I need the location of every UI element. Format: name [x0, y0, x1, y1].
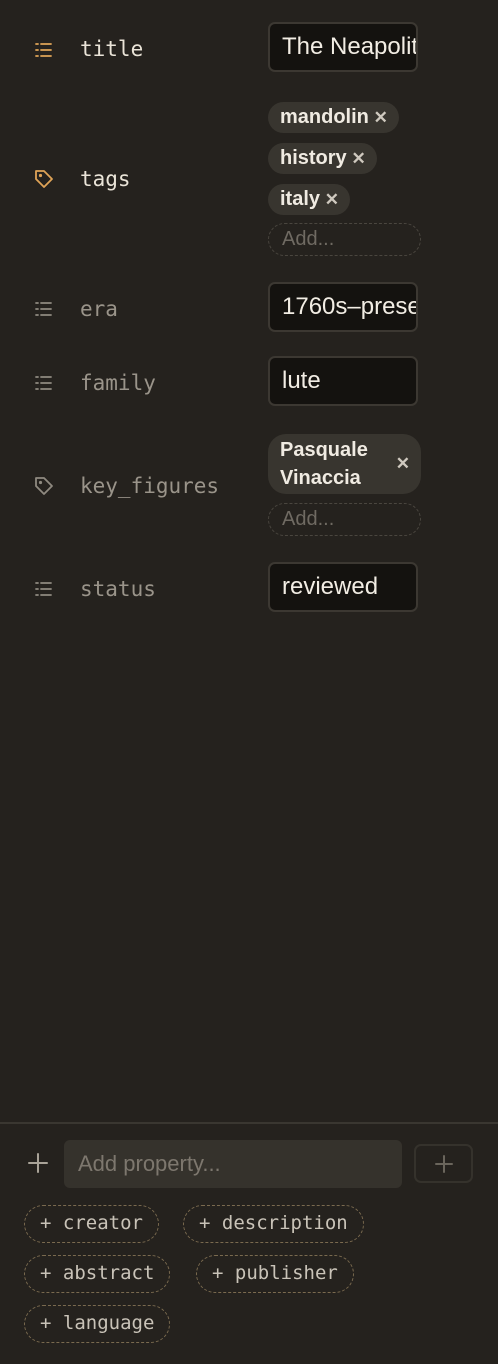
tag-icon — [34, 476, 54, 496]
list-icon — [34, 40, 54, 60]
title-value-field[interactable]: The Neapolitan Mandolin — [268, 22, 418, 72]
list-icon — [34, 373, 54, 393]
add-property-button[interactable] — [414, 1144, 473, 1183]
property-name-status[interactable]: status — [80, 577, 156, 601]
property-name-title[interactable]: title — [80, 37, 143, 61]
remove-tag-icon[interactable]: ✕ — [396, 450, 410, 478]
tag-chip[interactable]: mandolin ✕ — [268, 102, 399, 133]
tag-chip[interactable]: italy ✕ — [268, 184, 351, 215]
tag-icon — [34, 169, 54, 189]
tag-label: mandolin — [280, 106, 369, 128]
add-tag-input[interactable]: Add... — [268, 503, 421, 536]
property-name-key-figures[interactable]: key_figures — [80, 474, 219, 498]
remove-tag-icon[interactable]: ✕ — [325, 184, 339, 215]
property-name-era[interactable]: era — [80, 297, 118, 321]
plus-icon[interactable] — [27, 1152, 49, 1174]
plus-icon — [434, 1154, 453, 1173]
suggestion-creator[interactable]: + creator — [24, 1205, 159, 1243]
suggestion-description[interactable]: + description — [183, 1205, 364, 1243]
add-property-input[interactable]: Add property... — [64, 1140, 402, 1188]
footer-divider — [0, 1122, 498, 1124]
tag-label: italy — [280, 188, 321, 210]
tag-chip[interactable]: Pasquale Vinaccia ✕ — [268, 434, 421, 494]
tag-label: Pasquale Vinaccia — [280, 439, 368, 489]
add-tag-input[interactable]: Add... — [268, 223, 421, 256]
property-name-family[interactable]: family — [80, 371, 156, 395]
suggestion-language[interactable]: + language — [24, 1305, 171, 1343]
era-value-field[interactable]: 1760s–present — [268, 282, 418, 332]
property-name-tags[interactable]: tags — [80, 167, 131, 191]
status-value-field[interactable]: reviewed — [268, 562, 418, 612]
tag-label: history — [280, 147, 347, 169]
suggestion-publisher[interactable]: + publisher — [196, 1255, 354, 1293]
list-icon — [34, 299, 54, 319]
remove-tag-icon[interactable]: ✕ — [351, 143, 365, 174]
suggestion-abstract[interactable]: + abstract — [24, 1255, 171, 1293]
tag-chip[interactable]: history ✕ — [268, 143, 377, 174]
remove-tag-icon[interactable]: ✕ — [374, 102, 388, 133]
family-value-field[interactable]: lute — [268, 356, 418, 406]
list-icon — [34, 579, 54, 599]
